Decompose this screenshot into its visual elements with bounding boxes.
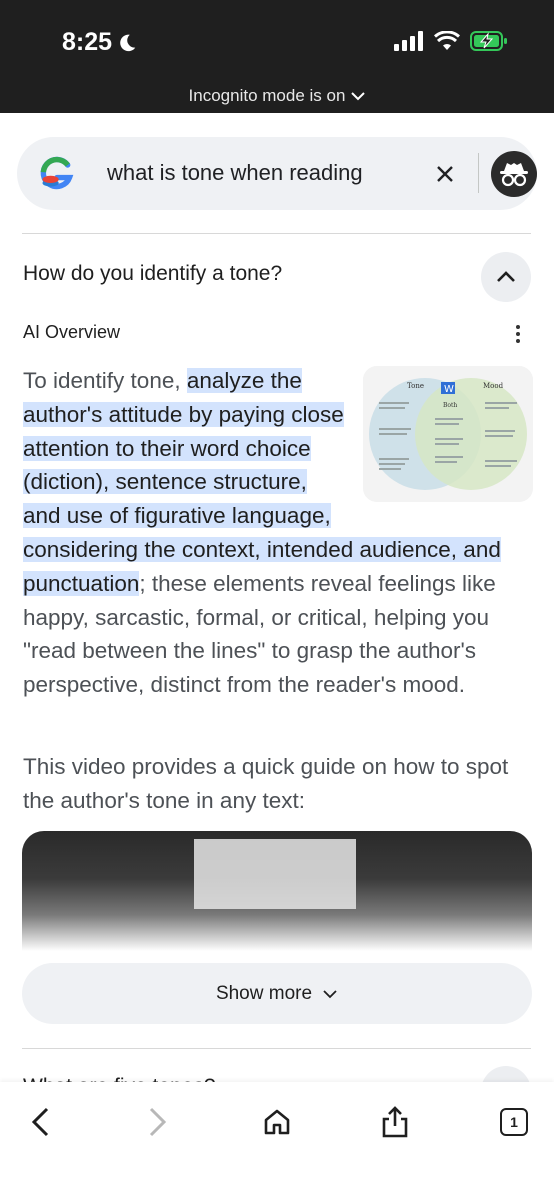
time-text: 8:25	[62, 28, 113, 56]
home-icon	[264, 1109, 290, 1135]
clock: 8:25	[62, 28, 138, 57]
google-logo-icon	[40, 156, 74, 190]
divider	[478, 153, 479, 193]
chevron-down-icon	[351, 92, 366, 101]
signal-icon	[394, 31, 423, 51]
incognito-banner[interactable]: Incognito mode is on	[0, 86, 554, 106]
status-icons	[394, 30, 508, 52]
show-more-label: Show more	[215, 982, 313, 1004]
incognito-avatar[interactable]	[491, 151, 537, 197]
share-icon	[382, 1106, 408, 1138]
divider	[22, 1048, 531, 1049]
bottom-nav-bar	[0, 1082, 554, 1200]
forward-arrow-icon	[149, 1107, 167, 1137]
ai-overview-label: AI Overview	[23, 322, 121, 342]
overview-intro: To identify tone,	[23, 368, 187, 393]
video-thumbnail[interactable]	[22, 831, 532, 951]
collapse-button[interactable]	[481, 252, 531, 302]
incognito-icon	[500, 163, 528, 187]
share-button[interactable]	[375, 1102, 415, 1142]
venn-diagram-image[interactable]: Tone Mood W Both	[363, 366, 533, 502]
chevron-up-icon	[497, 271, 515, 282]
home-button[interactable]	[257, 1102, 297, 1142]
search-query[interactable]: what is tone when reading	[107, 160, 363, 186]
moon-icon	[120, 34, 136, 51]
venn-center-label: Both	[443, 402, 457, 409]
clear-search-button[interactable]	[429, 158, 461, 190]
chevron-down-icon	[323, 989, 337, 998]
venn-right-label: Mood	[483, 382, 504, 390]
dot-icon	[516, 325, 520, 329]
tabs-button[interactable]: 1	[500, 1108, 528, 1136]
dot-icon	[516, 332, 520, 336]
venn-diagram: Tone Mood W Both	[363, 366, 533, 502]
back-arrow-icon	[31, 1107, 49, 1137]
video-intro-text: This video provides a quick guide on how…	[23, 754, 509, 813]
search-bar[interactable]: what is tone when reading	[17, 137, 537, 210]
venn-left-label: Tone	[407, 382, 424, 390]
question-title[interactable]: How do you identify a tone?	[23, 262, 282, 286]
wifi-icon	[434, 31, 460, 50]
word-badge-text: W	[444, 384, 454, 395]
video-document-preview	[194, 839, 356, 909]
back-button[interactable]	[20, 1102, 60, 1142]
ai-overview-text: Tone Mood W Both To identify tone, analy…	[23, 364, 535, 702]
tab-count-text: 1	[510, 1114, 518, 1130]
status-bar: 8:25 Incognito mode is on	[0, 0, 554, 113]
more-options-button[interactable]	[508, 320, 528, 348]
forward-button[interactable]	[138, 1102, 178, 1142]
battery-charging-icon	[470, 31, 507, 51]
divider	[22, 233, 531, 234]
incognito-banner-text: Incognito mode is on	[188, 86, 346, 105]
close-icon	[437, 166, 453, 182]
dot-icon	[516, 339, 520, 343]
show-more-button[interactable]: Show more	[22, 963, 532, 1024]
